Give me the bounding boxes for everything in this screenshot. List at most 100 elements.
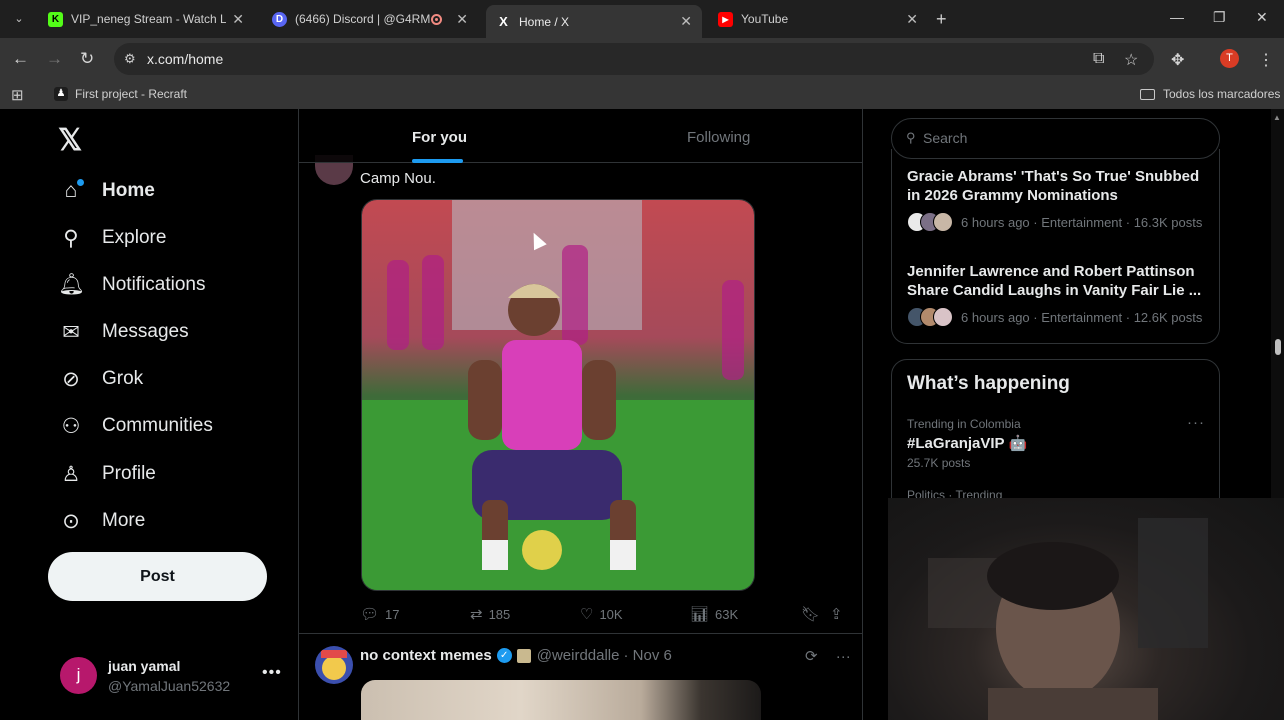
- extensions-icon[interactable]: ✥: [1171, 50, 1184, 70]
- youtube-icon: ▶: [718, 11, 733, 27]
- close-icon[interactable]: ✕: [232, 11, 244, 28]
- home-icon: ⌂: [58, 179, 84, 203]
- views-button[interactable]: 📊︎ 63K: [690, 605, 738, 623]
- post-date[interactable]: · Nov 6: [623, 647, 671, 664]
- section-title: What’s happening: [907, 373, 1070, 394]
- search-placeholder: Search: [923, 130, 968, 146]
- bookmark-item[interactable]: ♟ First project - Recraft: [54, 87, 187, 101]
- reply-button[interactable]: 💬︎ 17: [360, 605, 400, 623]
- author-handle[interactable]: @weirddalle: [537, 647, 620, 664]
- account-name: juan yamal: [108, 658, 181, 674]
- back-arrow-icon[interactable]: ←: [12, 49, 29, 69]
- site-settings-icon[interactable]: ⚙: [124, 51, 136, 67]
- browser-tab-youtube[interactable]: ▶ YouTube ✕: [708, 5, 928, 33]
- all-bookmarks-button[interactable]: Todos los marcadores: [1140, 87, 1280, 101]
- tab-title: Home / X: [519, 14, 570, 29]
- scroll-up-arrow-icon[interactable]: ▲: [1273, 113, 1281, 122]
- minimize-button[interactable]: —: [1170, 9, 1184, 25]
- more-dots-icon[interactable]: ···: [1187, 414, 1205, 431]
- trend-item[interactable]: Jennifer Lawrence and Robert Pattinson S…: [907, 262, 1207, 327]
- timeline-tabs: For you Following: [299, 109, 862, 163]
- avatar[interactable]: [315, 646, 353, 684]
- reply-count: 17: [385, 606, 400, 622]
- close-icon[interactable]: ✕: [456, 11, 468, 28]
- timeline: For you Following Camp Nou. 💬︎ 17 ⇄ 185 …: [298, 109, 863, 720]
- grok-icon: ⊘: [62, 367, 80, 391]
- nav-home[interactable]: ⌂ Home: [58, 176, 155, 206]
- address-bar[interactable]: ⚙ x.com/home: [114, 43, 1154, 75]
- nav-label: Messages: [102, 321, 189, 342]
- forward-arrow-icon[interactable]: →: [46, 49, 63, 69]
- x-logo-icon[interactable]: 𝕏: [58, 123, 82, 158]
- account-switcher[interactable]: j juan yamal @YamalJuan52632 •••: [58, 652, 288, 700]
- profile-icon: ♙: [61, 462, 81, 486]
- trend-item[interactable]: Gracie Abrams' 'That's So True' Snubbed …: [907, 167, 1207, 232]
- close-icon[interactable]: ✕: [680, 13, 692, 30]
- share-icon: ⇪: [830, 606, 843, 623]
- trend-hashtag[interactable]: #LaGranjaVIP 🤖: [907, 434, 1027, 452]
- nav-grok[interactable]: ⊘ Grok: [58, 364, 143, 394]
- folder-icon: [1140, 88, 1155, 100]
- tab-title: YouTube: [741, 12, 789, 26]
- post-image[interactable]: [361, 199, 755, 591]
- trend-post-count: 25.7K posts: [907, 456, 971, 470]
- more-dots-icon[interactable]: ···: [836, 648, 851, 665]
- nav-label: Home: [102, 180, 155, 201]
- nav-messages[interactable]: ✉ Messages: [58, 317, 189, 347]
- nav-notifications[interactable]: 🔔︎ Notifications: [58, 270, 206, 300]
- url-text[interactable]: x.com/home: [147, 51, 223, 67]
- communities-icon: ⚇: [61, 414, 81, 438]
- grok-icon[interactable]: ⟳: [805, 648, 818, 665]
- browser-menu-icon[interactable]: ⋮: [1258, 50, 1274, 70]
- profile-avatar[interactable]: T: [1220, 49, 1239, 68]
- nav-communities[interactable]: ⚇ Communities: [58, 411, 213, 441]
- recraft-icon: ♟: [54, 87, 68, 101]
- post-image[interactable]: [361, 680, 761, 720]
- browser-tab-discord[interactable]: D (6466) Discord | @G4RME ✕: [262, 5, 478, 33]
- tab-for-you[interactable]: For you: [412, 129, 467, 146]
- bookmark-button[interactable]: 🔖︎: [801, 605, 826, 623]
- tab-following[interactable]: Following: [687, 129, 750, 146]
- post-actions: 💬︎ 17 ⇄ 185 ♡ 10K 📊︎ 63K 🔖︎ ⇪: [360, 605, 850, 625]
- restore-button[interactable]: ❐: [1213, 9, 1226, 26]
- x-logo-icon: X: [499, 14, 508, 29]
- repost-count: 185: [488, 606, 511, 622]
- trend-title: Jennifer Lawrence and Robert Pattinson S…: [907, 263, 1202, 299]
- close-icon[interactable]: ✕: [906, 11, 918, 28]
- trend-meta: 6 hours ago · Entertainment · 16.3K post…: [907, 212, 1207, 232]
- nav-profile[interactable]: ♙ Profile: [58, 459, 156, 489]
- discord-icon: D: [272, 11, 287, 27]
- avatar-image: [321, 650, 347, 680]
- nav-label: Grok: [102, 368, 144, 389]
- share-button[interactable]: ⇪: [830, 605, 849, 623]
- reload-icon[interactable]: ↻: [80, 49, 94, 69]
- account-handle: @YamalJuan52632: [108, 678, 231, 694]
- browser-tab-x[interactable]: X Home / X ✕: [486, 5, 702, 38]
- apps-grid-icon[interactable]: ⊞: [11, 86, 24, 104]
- author-name[interactable]: no context memes: [360, 647, 492, 664]
- post-icons: ⟳ ···: [805, 647, 851, 665]
- bookmark-label: First project - Recraft: [75, 87, 188, 101]
- more-dots-icon[interactable]: •••: [262, 664, 282, 682]
- nav-label: Explore: [102, 227, 167, 248]
- repost-button[interactable]: ⇄ 185: [470, 605, 510, 623]
- bookmark-star-icon[interactable]: ☆: [1124, 50, 1138, 70]
- post-text: Camp Nou.: [360, 170, 436, 187]
- nav-more[interactable]: ⊙ More: [58, 506, 145, 536]
- search-field[interactable]: ⚲ Search: [891, 118, 1220, 159]
- close-window-button[interactable]: ✕: [1256, 9, 1268, 26]
- scrollbar-thumb[interactable]: [1275, 339, 1281, 355]
- views-count: 63K: [715, 606, 739, 622]
- post-button[interactable]: Post: [48, 552, 267, 601]
- like-button[interactable]: ♡ 10K: [580, 605, 623, 623]
- install-app-icon[interactable]: ⧉: [1093, 50, 1104, 68]
- affiliate-badge-icon: [516, 648, 531, 663]
- left-navigation: 𝕏 ⌂ Home ⚲ Explore 🔔︎ Notifications ✉ Me…: [0, 109, 298, 720]
- nav-label: Profile: [102, 463, 156, 484]
- webcam-overlay: [888, 498, 1284, 720]
- browser-tab-kick[interactable]: K VIP_neneg Stream - Watch Live ✕: [38, 5, 254, 33]
- webcam-image: [928, 518, 1208, 720]
- tab-search-button[interactable]: ⌄: [8, 8, 30, 30]
- new-tab-button[interactable]: +: [936, 9, 947, 30]
- nav-explore[interactable]: ⚲ Explore: [58, 223, 166, 253]
